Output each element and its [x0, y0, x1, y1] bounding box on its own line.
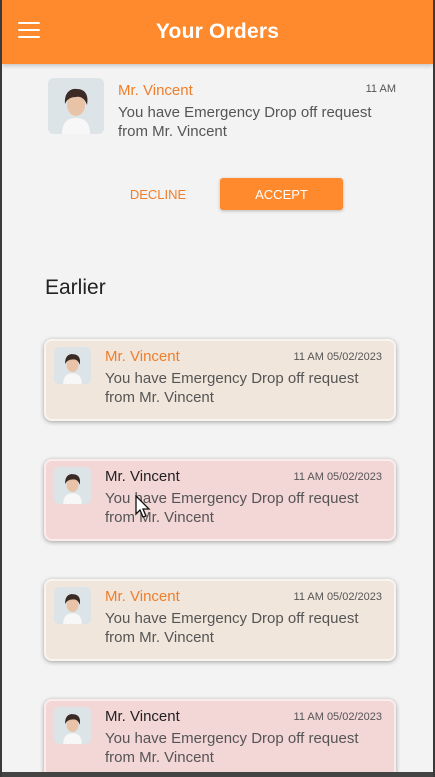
notification-card[interactable]: Mr. Vincent 11 AM 05/02/2023 You have Em… — [44, 579, 396, 661]
avatar — [54, 707, 91, 744]
accept-button[interactable]: ACCEPT — [220, 178, 343, 210]
hamburger-menu-icon[interactable] — [18, 22, 40, 40]
avatar-person-icon — [54, 347, 91, 384]
timestamp: 11 AM 05/02/2023 — [293, 591, 382, 603]
mouse-cursor-icon — [135, 495, 151, 518]
page-title: Your Orders — [155, 20, 280, 43]
notification-message: You have Emergency Drop off request from… — [105, 610, 359, 646]
avatar-person-icon — [48, 78, 104, 134]
sender-name: Mr. Vincent — [105, 708, 180, 725]
sender-name: Mr. Vincent — [105, 468, 180, 485]
notification-card[interactable]: Mr. Vincent 11 AM 05/02/2023 You have Em… — [44, 459, 396, 541]
avatar — [54, 587, 91, 624]
app-screen: Your Orders Mr. Vincent 11 AM You have E… — [0, 0, 435, 777]
latest-notification: Mr. Vincent 11 AM You have Emergency Dro… — [48, 78, 398, 140]
app-bar: Your Orders — [2, 0, 433, 64]
sender-name: Mr. Vincent — [118, 82, 193, 99]
timestamp: 11 AM 05/02/2023 — [293, 711, 382, 723]
bottom-edge-bar — [2, 772, 433, 777]
avatar-person-icon — [54, 587, 91, 624]
timestamp: 11 AM 05/02/2023 — [293, 471, 382, 483]
section-heading-earlier: Earlier — [45, 276, 106, 299]
notification-card[interactable]: Mr. Vincent 11 AM 05/02/2023 You have Em… — [44, 339, 396, 421]
notification-message: You have Emergency Drop off request from… — [118, 104, 372, 140]
avatar — [54, 467, 91, 504]
notification-message: You have Emergency Drop off request from… — [105, 730, 359, 766]
notification-card[interactable]: Mr. Vincent 11 AM 05/02/2023 You have Em… — [44, 699, 396, 777]
sender-name: Mr. Vincent — [105, 588, 180, 605]
timestamp: 11 AM 05/02/2023 — [293, 351, 382, 363]
timestamp: 11 AM — [365, 83, 396, 95]
avatar-person-icon — [54, 707, 91, 744]
sender-name: Mr. Vincent — [105, 348, 180, 365]
decline-button[interactable]: DECLINE — [116, 178, 200, 210]
notification-message: You have Emergency Drop off request from… — [105, 370, 359, 406]
avatar — [48, 78, 104, 134]
avatar-person-icon — [54, 467, 91, 504]
avatar — [54, 347, 91, 384]
